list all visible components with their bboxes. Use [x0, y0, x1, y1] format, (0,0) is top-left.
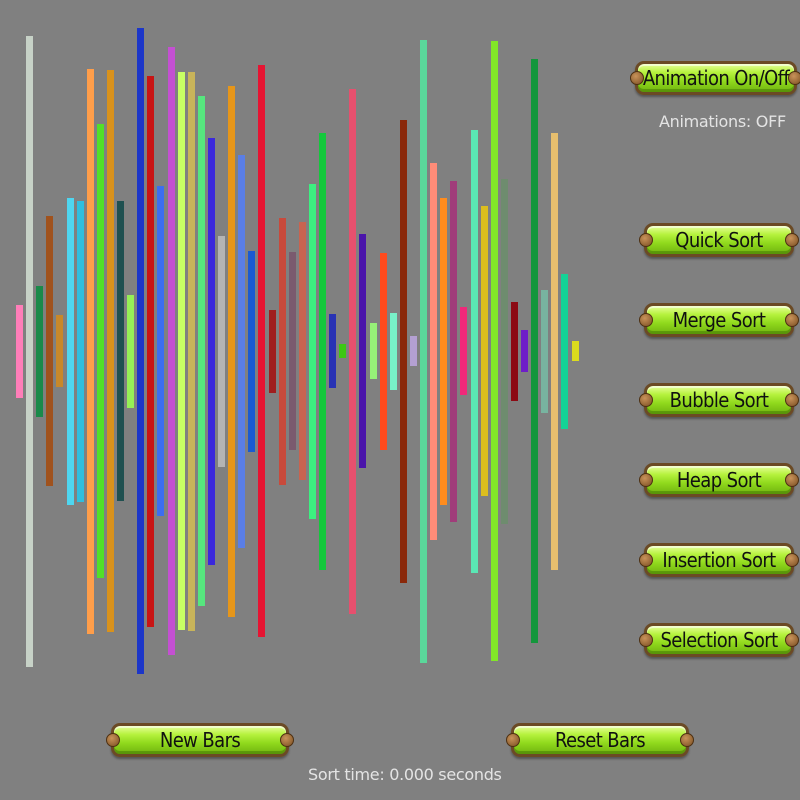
- sort-bar: [147, 76, 154, 627]
- sort-bar: [208, 138, 215, 565]
- sort-bar: [248, 251, 255, 452]
- quick-sort-button[interactable]: Quick Sort: [639, 223, 799, 257]
- sort-bar: [228, 86, 235, 617]
- sort-bar: [238, 155, 245, 548]
- left-bolt-icon: [639, 233, 653, 247]
- bubble-sort-button[interactable]: Bubble Sort: [639, 383, 799, 417]
- sort-bar: [178, 72, 185, 630]
- sort-bar: [380, 253, 387, 450]
- sort-bar: [481, 206, 488, 496]
- sort-bar: [420, 40, 427, 663]
- left-bolt-icon: [630, 71, 644, 85]
- heap-sort-label: Heap Sort: [676, 468, 762, 492]
- reset-bars-button[interactable]: Reset Bars: [506, 723, 694, 757]
- heap-sort-button[interactable]: Heap Sort: [639, 463, 799, 497]
- left-bolt-icon: [106, 733, 120, 747]
- sort-bar: [279, 218, 286, 485]
- quick-sort-label: Quick Sort: [675, 228, 763, 252]
- sort-bar: [46, 216, 53, 486]
- sort-bar: [137, 28, 144, 674]
- sort-bar: [521, 330, 528, 372]
- insertion-sort-label: Insertion Sort: [662, 548, 776, 572]
- sort-bar: [551, 133, 558, 570]
- reset-bars-label: Reset Bars: [554, 728, 646, 752]
- sort-bar: [572, 341, 579, 361]
- right-bolt-icon: [785, 553, 799, 567]
- sort-bar: [430, 163, 437, 540]
- sort-bar: [491, 41, 498, 661]
- animation-toggle-label: Animation On/Off: [642, 66, 790, 90]
- left-bolt-icon: [506, 733, 520, 747]
- right-bolt-icon: [280, 733, 294, 747]
- left-bolt-icon: [639, 553, 653, 567]
- left-bolt-icon: [639, 633, 653, 647]
- sort-bar: [531, 59, 538, 643]
- sort-bar: [218, 236, 225, 467]
- right-bolt-icon: [680, 733, 694, 747]
- sort-bar: [77, 201, 84, 502]
- sort-bar: [400, 120, 407, 583]
- left-bolt-icon: [639, 393, 653, 407]
- sort-bar: [157, 186, 164, 516]
- animations-status: Animations: OFF: [659, 112, 786, 131]
- sort-bar: [370, 323, 377, 379]
- sort-bar: [410, 336, 417, 366]
- sort-bar: [359, 234, 366, 468]
- animation-toggle-button[interactable]: Animation On/Off: [630, 61, 800, 95]
- sort-bar: [107, 70, 114, 632]
- sort-bar: [87, 69, 94, 634]
- sort-bar: [188, 72, 195, 631]
- sort-bar: [450, 181, 457, 522]
- right-bolt-icon: [785, 393, 799, 407]
- sort-bar: [309, 184, 316, 519]
- sort-bar: [198, 96, 205, 606]
- sort-bar: [390, 313, 397, 390]
- sort-bar: [97, 124, 104, 578]
- bars-visualization: [0, 0, 600, 700]
- sort-bar: [56, 315, 63, 387]
- selection-sort-label: Selection Sort: [660, 628, 778, 652]
- sort-bar: [339, 344, 346, 358]
- new-bars-label: New Bars: [159, 728, 241, 752]
- sort-bar: [299, 222, 306, 480]
- right-bolt-icon: [785, 313, 799, 327]
- sort-bar: [319, 133, 326, 570]
- sort-bar: [289, 252, 296, 450]
- sort-bar: [511, 302, 518, 401]
- sort-bar: [36, 286, 43, 417]
- bubble-sort-label: Bubble Sort: [669, 388, 769, 412]
- merge-sort-label: Merge Sort: [672, 308, 766, 332]
- sort-bar: [501, 179, 508, 524]
- right-bolt-icon: [788, 71, 800, 85]
- sort-time-status: Sort time: 0.000 seconds: [308, 765, 502, 784]
- merge-sort-button[interactable]: Merge Sort: [639, 303, 799, 337]
- sort-bar: [440, 198, 447, 505]
- sort-bar: [258, 65, 265, 637]
- insertion-sort-button[interactable]: Insertion Sort: [639, 543, 799, 577]
- sort-bar: [541, 290, 548, 413]
- sort-bar: [117, 201, 124, 501]
- sort-bar: [349, 89, 356, 614]
- new-bars-button[interactable]: New Bars: [106, 723, 294, 757]
- right-bolt-icon: [785, 633, 799, 647]
- left-bolt-icon: [639, 473, 653, 487]
- sort-bar: [471, 130, 478, 573]
- sort-bar: [168, 47, 175, 655]
- selection-sort-button[interactable]: Selection Sort: [639, 623, 799, 657]
- sort-bar: [329, 314, 336, 388]
- sort-bar: [460, 307, 467, 395]
- sort-bar: [269, 310, 276, 393]
- sort-bar: [67, 198, 74, 505]
- sort-bar: [26, 36, 33, 667]
- sort-bar: [16, 305, 23, 398]
- left-bolt-icon: [639, 313, 653, 327]
- right-bolt-icon: [785, 473, 799, 487]
- sort-bar: [127, 295, 134, 408]
- right-bolt-icon: [785, 233, 799, 247]
- sort-bar: [561, 274, 568, 429]
